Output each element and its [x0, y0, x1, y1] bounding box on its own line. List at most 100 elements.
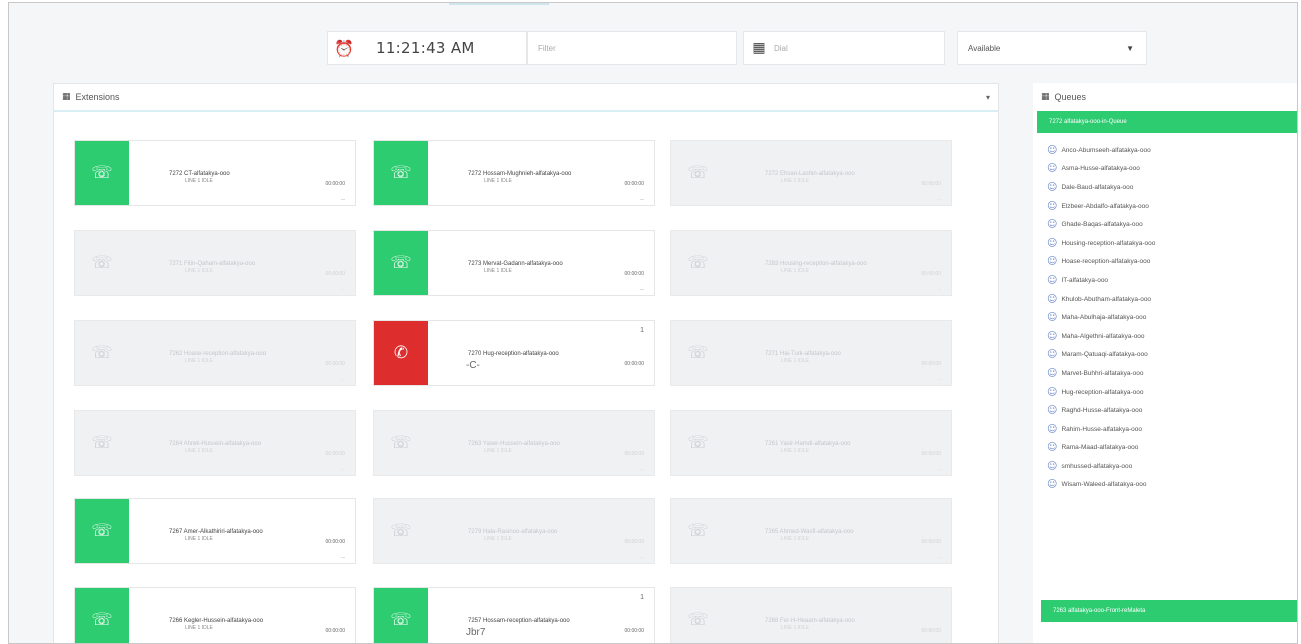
extension-card[interactable]: ☏ 7261 Yasir-Hamdi-alfatakya-ooo LINE 1 ID…	[670, 410, 952, 476]
phone-icon[interactable]: ✆	[374, 321, 428, 385]
queue-member[interactable]: ☺ smhussed-alfatakya-ooo	[1047, 457, 1297, 476]
agent-user-icon: ☺	[1047, 293, 1058, 305]
extension-name: 7283 Housing-reception-alfatakya-ooo	[765, 261, 867, 267]
queue-member[interactable]: ☺ Anco-Abumseeh-alfatakya-ooo	[1047, 141, 1297, 160]
queue-title: 7272 alfatakya-ooo-in-Queue	[1049, 119, 1127, 125]
extension-card[interactable]: ☏ 7283 Housing-reception-alfatakya-ooo LIN…	[670, 230, 952, 296]
extension-card[interactable]: ☏ 7268 Fer-H-Heaam-alfatakya-ooo LINE 1 ID…	[670, 587, 952, 643]
extension-line-indicator: ---	[341, 286, 345, 291]
phone-icon[interactable]: ☏	[75, 141, 129, 205]
queue-member[interactable]: ☺ Dale-Baud-alfatakya-ooo	[1047, 178, 1297, 197]
queue-member-name: Hug-reception-alfatakya-ooo	[1061, 388, 1144, 396]
extension-card[interactable]: ☏ 7279 Hala-Rasinoo-alfatakya-ooo LINE 1 I…	[373, 498, 655, 564]
phone-icon[interactable]: ☏	[75, 231, 129, 295]
phone-icon[interactable]: ☏	[374, 499, 428, 563]
queue-member[interactable]: ☺ Maha-Algethni-alfatakya-ooo	[1047, 327, 1297, 346]
queue-member-name: Maha-Algethni-alfatakya-ooo	[1061, 332, 1145, 340]
queue-member[interactable]: ☺ Hug-reception-alfatakya-ooo	[1047, 383, 1297, 402]
agent-user-icon: ☺	[1047, 442, 1058, 454]
agent-user-icon: ☺	[1047, 237, 1058, 249]
queue-member[interactable]: ☺ Ghade-Baqas-alfatakya-ooo	[1047, 215, 1297, 234]
extension-name: 7265 Ahmed-Wasfi-alfatakya-ooo	[765, 529, 854, 535]
queue-header[interactable]: 7263 alfatakya-ooo-Front-reMaleta	[1041, 600, 1297, 622]
status-select-value: Available	[968, 43, 1001, 53]
phone-icon[interactable]: ☏	[374, 588, 428, 643]
agent-user-icon: ☺	[1047, 479, 1058, 491]
phone-icon[interactable]: ☏	[75, 411, 129, 475]
dial-input[interactable]: ▦ Dial	[743, 31, 945, 65]
phone-icon[interactable]: ☏	[374, 231, 428, 295]
agent-user-icon: ☺	[1047, 386, 1058, 398]
queue-member-name: Anco-Abumseeh-alfatakya-ooo	[1061, 146, 1151, 154]
dialpad-icon[interactable]: ▦	[744, 40, 774, 56]
extension-card[interactable]: ☏ 7271 Hai-Turk-alfatakya-ooo LINE 1 IDLE 0…	[670, 320, 952, 386]
extension-duration: 00:00:00	[921, 181, 941, 187]
queue-member[interactable]: ☺ Hoase-reception-alfatakya-ooo	[1047, 253, 1297, 272]
extension-card[interactable]: ☏ 7262 Hoase-reception-alfatakya-ooo LINE …	[74, 320, 356, 386]
collapse-caret-icon[interactable]: ▾	[986, 93, 990, 102]
extension-card[interactable]: ☏ 7265 Ahmed-Wasfi-alfatakya-ooo LINE 1 ID…	[670, 498, 952, 564]
queue-member-name: IT-alfatakya-ooo	[1061, 276, 1109, 284]
queue-member-name: Dale-Baud-alfatakya-ooo	[1061, 183, 1134, 191]
queue-member[interactable]: ☺ Elzbeer-Abdalfo-alfatakya-ooo	[1047, 197, 1297, 216]
extension-duration: 00:00:00	[921, 451, 941, 457]
extension-status: LINE 1 IDLE	[781, 625, 809, 631]
extension-caller: -C-	[466, 360, 480, 371]
phone-icon[interactable]: ☏	[671, 141, 725, 205]
phone-icon[interactable]: ☏	[75, 588, 129, 643]
extension-card[interactable]: ☏ 7271 Fitin-Qaham-alfatakya-ooo LINE 1 ID…	[74, 230, 356, 296]
queue-member-name: Ghade-Baqas-alfatakya-ooo	[1061, 221, 1143, 229]
extension-name: 7262 Hoase-reception-alfatakya-ooo	[169, 351, 267, 357]
toolbar: ⏰ 11:21:43 AM Filter ▦ Dial Available ▼	[9, 3, 1297, 77]
queue-member[interactable]: ☺ Asma-Husse-alfatakya-ooo	[1047, 160, 1297, 179]
queue-member[interactable]: ☺ Maha-Abulhaja-alfatakya-ooo	[1047, 308, 1297, 327]
extension-duration: 00:00:00	[624, 271, 644, 277]
phone-icon[interactable]: ☏	[75, 321, 129, 385]
phone-icon[interactable]: ☏	[374, 141, 428, 205]
queue-member[interactable]: ☺ IT-alfatakya-ooo	[1047, 271, 1297, 290]
extension-status: LINE 1 IDLE	[185, 448, 213, 454]
extension-card[interactable]: ☏ 7272 Ehsan-Lashin-alfatakya-ooo LINE 1 I…	[670, 140, 952, 206]
queue-member[interactable]: ☺ Housing-reception-alfatakya-ooo	[1047, 234, 1297, 253]
queue-member[interactable]: ☺ Wisam-Waleed-alfatakya-ooo	[1047, 476, 1297, 495]
queue-header[interactable]: 7272 alfatakya-ooo-in-Queue	[1037, 111, 1297, 133]
extension-card[interactable]: ☏ 7263 Yaser-Hussein-alfatakya-ooo LINE 1 …	[373, 410, 655, 476]
phone-icon[interactable]: ☏	[671, 411, 725, 475]
phone-icon[interactable]: ☏	[671, 499, 725, 563]
queue-member-name: Maha-Abulhaja-alfatakya-ooo	[1061, 314, 1147, 322]
status-select[interactable]: Available ▼	[957, 31, 1147, 65]
filter-input[interactable]: Filter	[527, 31, 737, 65]
queue-member[interactable]: ☺ Khulob-Abutham-alfatakya-ooo	[1047, 290, 1297, 309]
queue-member[interactable]: ☺ Rahim-Husse-alfatakya-ooo	[1047, 420, 1297, 439]
extension-duration: 00:00:00	[921, 628, 941, 634]
queue-member[interactable]: ☺ Maram-Qatuaqi-alfatakya-ooo	[1047, 346, 1297, 365]
extension-duration: 00:00:00	[921, 361, 941, 367]
extension-name: 7261 Yasir-Hamdi-alfatakya-ooo	[765, 441, 851, 447]
extension-card[interactable]: ☏ 7264 Ahrek-Hussein-alfatakya-ooo LINE 1 …	[74, 410, 356, 476]
extension-card[interactable]: ☏ 7266 Kegler-Hussein-alfatakya-ooo LINE 1…	[74, 587, 356, 643]
extension-status: LINE 1 IDLE	[484, 536, 512, 542]
alarm-clock-icon: ⏰	[334, 38, 354, 58]
dial-placeholder: Dial	[774, 43, 788, 53]
extension-card[interactable]: ☏ 7272 Hossam-Mughnieh-alfatakya-ooo LINE …	[373, 140, 655, 206]
extension-card[interactable]: ☏ 7267 Amer-Alkathiriri-alfatakya-ooo LINE…	[74, 498, 356, 564]
queue-member[interactable]: ☺ Marvet-Buhhri-alfatakya-ooo	[1047, 364, 1297, 383]
phone-icon[interactable]: ☏	[671, 588, 725, 643]
extension-card[interactable]: ☏ 7272 CT-alfatakya-ooo LINE 1 IDLE 00:00:0…	[74, 140, 356, 206]
extension-status: LINE 1 IDLE	[484, 448, 512, 454]
extension-card[interactable]: ✆ 7270 Hug-reception-alfatakya-ooo -C- 00:0…	[373, 320, 655, 386]
extension-card[interactable]: ☏ 7257 Hossam-reception-alfatakya-ooo Jbr7…	[373, 587, 655, 643]
queue-member-list: ☺ Anco-Abumseeh-alfatakya-ooo ☺ Asma-Husse-…	[1033, 133, 1297, 495]
phone-icon[interactable]: ☏	[75, 499, 129, 563]
phone-icon[interactable]: ☏	[374, 411, 428, 475]
extension-name: 7266 Kegler-Hussein-alfatakya-ooo	[169, 618, 264, 624]
queue-member-name: Marvet-Buhhri-alfatakya-ooo	[1061, 369, 1144, 377]
queue-member[interactable]: ☺ Rama-Maad-alfatakya-ooo	[1047, 439, 1297, 458]
phone-icon[interactable]: ☏	[671, 321, 725, 385]
extensions-panel: ▦ Extensions ▾ ☏ 7272 CT-alfatakya-ooo LIN…	[53, 83, 999, 643]
queue-member[interactable]: ☺ Raghd-Husse-alfatakya-ooo	[1047, 401, 1297, 420]
extension-card[interactable]: ☏ 7273 Mervat-Gadann-alfatakya-ooo LINE 1 …	[373, 230, 655, 296]
phone-icon[interactable]: ☏	[671, 231, 725, 295]
extension-duration: 00:00:00	[325, 181, 345, 187]
extension-status: LINE 1 IDLE	[781, 536, 809, 542]
